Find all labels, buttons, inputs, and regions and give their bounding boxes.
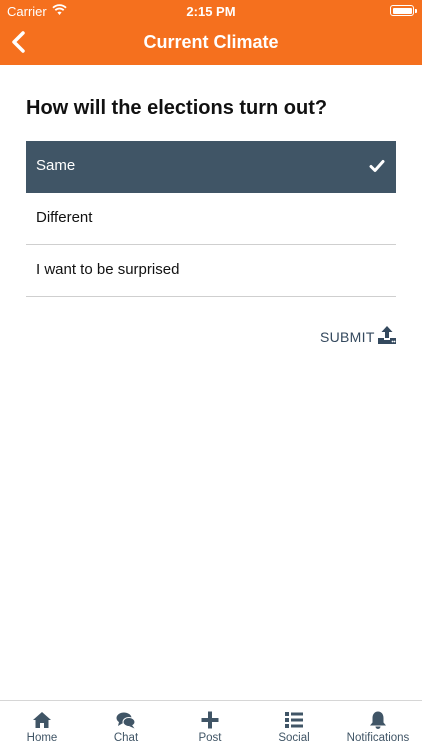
tab-label: Post (198, 732, 222, 744)
tab-bar: Home Chat Post Social Notifications (0, 700, 422, 751)
tab-label: Chat (113, 732, 139, 744)
poll-option-label: I want to be surprised (36, 261, 180, 278)
nav-bar: Current Climate (0, 22, 422, 65)
battery-icon (390, 5, 417, 16)
tab-label: Home (26, 732, 58, 744)
submit-button[interactable]: SUBMIT (318, 323, 400, 351)
tab-chat[interactable]: Chat (84, 701, 168, 751)
poll-options: Same Different I want to be surprised (26, 141, 396, 297)
tab-post[interactable]: Post (168, 701, 252, 751)
poll-option-same[interactable]: Same (26, 141, 396, 193)
tab-home[interactable]: Home (0, 701, 84, 751)
poll-question: How will the elections turn out? (26, 97, 328, 119)
plus-icon (201, 711, 219, 729)
home-icon (33, 712, 51, 728)
status-bar: Carrier 2:15 PM (0, 0, 422, 22)
tab-label: Notifications (346, 732, 410, 744)
bell-icon (370, 711, 386, 729)
poll-option-surprised[interactable]: I want to be surprised (26, 245, 396, 297)
checkmark-icon (369, 160, 385, 172)
poll-option-label: Different (36, 209, 93, 226)
page-title: Current Climate (143, 32, 279, 52)
chat-icon (116, 712, 136, 729)
tab-notifications[interactable]: Notifications (336, 701, 422, 751)
status-time: 2:15 PM (186, 4, 236, 19)
submit-label: SUBMIT (320, 329, 375, 345)
upload-icon (378, 326, 396, 344)
app-header: Carrier 2:15 PM Current Climate (0, 0, 422, 65)
poll-option-different[interactable]: Different (26, 193, 396, 245)
tab-social[interactable]: Social (252, 701, 336, 751)
list-icon (285, 712, 303, 728)
poll-option-label: Same (36, 157, 76, 174)
tab-label: Social (278, 732, 310, 744)
